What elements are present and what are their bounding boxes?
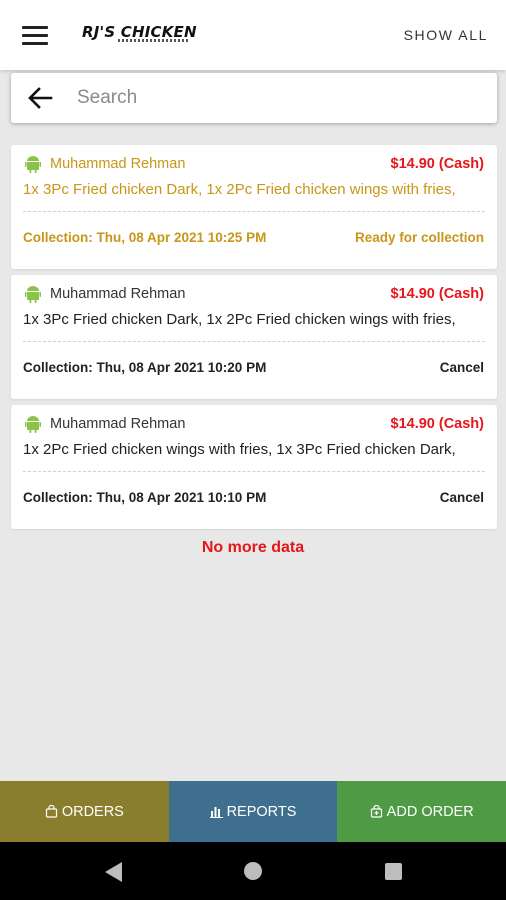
- order-status-label[interactable]: Ready for collection: [355, 230, 484, 245]
- order-price: $14.90 (Cash): [390, 416, 485, 432]
- bag-icon: [45, 805, 57, 818]
- system-nav-bar: [0, 842, 506, 900]
- cancel-order-button[interactable]: Cancel: [440, 360, 484, 375]
- tab-add-order[interactable]: ADD ORDER: [337, 781, 506, 842]
- tab-orders[interactable]: ORDERS: [0, 781, 169, 842]
- collection-time: Collection: Thu, 08 Apr 2021 10:25 PM: [23, 230, 267, 245]
- hamburger-menu-icon[interactable]: [22, 26, 48, 46]
- no-more-data-label: No more data: [201, 539, 305, 556]
- tab-reports[interactable]: REPORTS: [168, 781, 338, 842]
- divider: [23, 211, 485, 212]
- nav-recents-icon[interactable]: [385, 863, 402, 880]
- tab-label: REPORTS: [226, 803, 297, 820]
- order-price: $14.90 (Cash): [390, 156, 485, 172]
- back-arrow-icon[interactable]: [27, 86, 53, 110]
- order-items: 1x 3Pc Fried chicken Dark, 1x 2Pc Fried …: [23, 311, 456, 328]
- customer-name: Muhammad Rehman: [50, 156, 186, 172]
- app-bar: RJ'S CHICKEN SHOW ALL: [0, 0, 506, 70]
- bar-chart-icon: [209, 807, 223, 818]
- customer-name: Muhammad Rehman: [50, 416, 186, 432]
- search-input[interactable]: [77, 83, 477, 113]
- tab-label: ORDERS: [61, 803, 124, 820]
- search-bar: [11, 73, 497, 123]
- divider: [23, 341, 485, 342]
- order-card[interactable]: Muhammad Rehman $14.90 (Cash) 1x 3Pc Fri…: [11, 275, 497, 399]
- order-card[interactable]: Muhammad Rehman $14.90 (Cash) 1x 3Pc Fri…: [11, 145, 497, 269]
- order-items: 1x 3Pc Fried chicken Dark, 1x 2Pc Fried …: [23, 181, 456, 198]
- android-icon: [25, 156, 41, 173]
- android-icon: [25, 416, 41, 433]
- collection-time: Collection: Thu, 08 Apr 2021 10:10 PM: [23, 490, 267, 505]
- nav-back-icon[interactable]: [103, 861, 123, 883]
- order-card[interactable]: Muhammad Rehman $14.90 (Cash) 1x 2Pc Fri…: [11, 405, 497, 529]
- customer-name: Muhammad Rehman: [50, 286, 186, 302]
- cancel-order-button[interactable]: Cancel: [440, 490, 484, 505]
- android-icon: [25, 286, 41, 303]
- tab-label: ADD ORDER: [386, 803, 474, 820]
- logo-tagline-mark: [118, 39, 188, 42]
- order-items: 1x 2Pc Fried chicken wings with fries, 1…: [23, 441, 456, 458]
- bag-plus-icon: [370, 805, 382, 818]
- show-all-button[interactable]: SHOW ALL: [404, 27, 488, 43]
- divider: [23, 471, 485, 472]
- nav-home-icon[interactable]: [244, 862, 262, 880]
- collection-time: Collection: Thu, 08 Apr 2021 10:20 PM: [23, 360, 267, 375]
- bottom-tab-bar: ORDERS REPORTS ADD ORDER: [0, 781, 506, 842]
- order-price: $14.90 (Cash): [390, 286, 485, 302]
